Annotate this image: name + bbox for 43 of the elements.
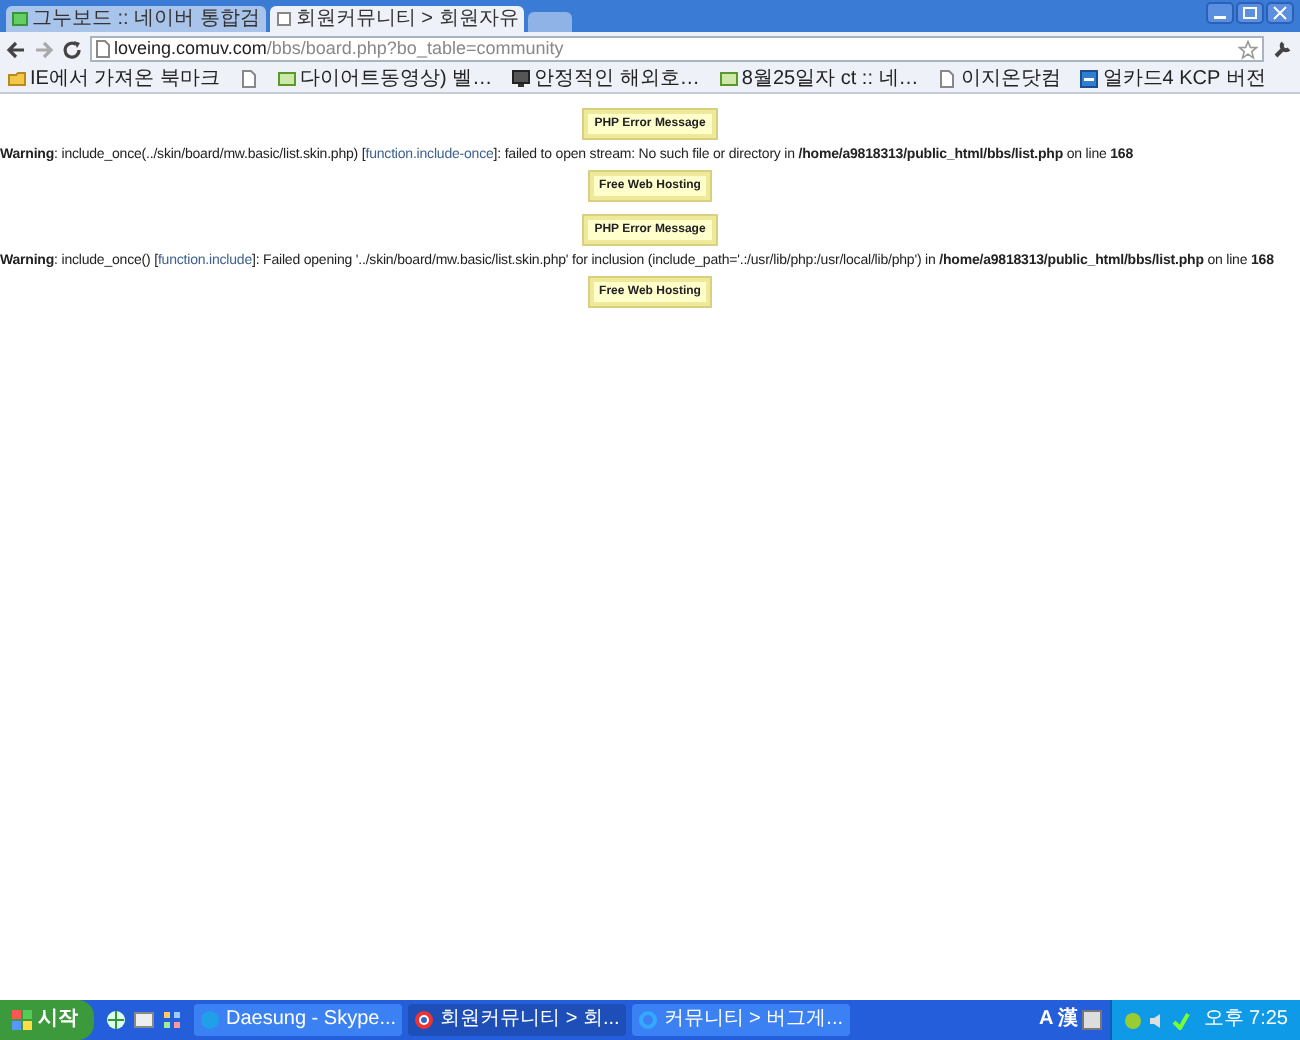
windows-logo-icon[interactable] [12, 1010, 32, 1030]
reload-icon[interactable] [62, 39, 82, 59]
folder-icon[interactable] [8, 70, 26, 88]
minimize-button[interactable] [1206, 2, 1234, 24]
restore-button[interactable] [1236, 2, 1264, 24]
bookmark[interactable]: 8월25일자 ct :: 네… [717, 67, 921, 91]
taskbar-button[interactable]: Daesung - Skype... [194, 1004, 403, 1036]
back-icon[interactable] [6, 39, 26, 59]
address-bar[interactable]: loveing.comuv.com/bbs/board.php?bo_table=community [90, 36, 1264, 62]
bookmark[interactable]: 안정적인 해외호… [510, 67, 702, 91]
language-indicator[interactable]: A [1039, 1010, 1054, 1030]
wrench-icon[interactable] [1272, 38, 1294, 60]
bookmark[interactable]: 다이어트동영상) 벨… [276, 67, 495, 91]
browser-tab[interactable]: 그누보드 :: 네이버 통합검 [6, 6, 266, 32]
forward-icon[interactable] [34, 39, 54, 59]
window-icon[interactable] [1080, 70, 1099, 88]
ime-icon[interactable] [1081, 1010, 1102, 1030]
page-icon[interactable] [275, 12, 292, 26]
page-icon[interactable] [938, 70, 957, 88]
tab-title: 그누보드 :: 네이버 통합검 [32, 9, 260, 29]
star-icon[interactable] [1238, 39, 1258, 59]
desktop-icon[interactable] [134, 1010, 154, 1030]
clock: 오후 7:25 [1201, 1010, 1288, 1030]
page-icon [96, 40, 110, 58]
grid-icon[interactable] [162, 1010, 182, 1030]
url-text: loveing.comuv.com/bbs/board.php?bo_table=community [114, 40, 564, 58]
monitor-icon[interactable] [512, 70, 531, 88]
taskbar-button[interactable]: 회원커뮤니티 > 회... [408, 1004, 626, 1036]
browser-icon[interactable] [414, 1010, 435, 1030]
new-tab-button[interactable] [528, 12, 573, 32]
start-button[interactable]: 시작 [0, 1000, 94, 1040]
bookmark[interactable]: 이지온닷컴 [936, 67, 1063, 91]
language-indicator[interactable]: 漢 [1057, 1010, 1078, 1030]
globe-icon[interactable] [106, 1010, 126, 1030]
tab-title: 회원커뮤니티 > 회원자유 [295, 9, 519, 29]
bookmark-page-icon[interactable] [240, 70, 259, 88]
bookmark[interactable]: 얼카드4 KCP 버전 [1078, 67, 1268, 91]
browser-tab[interactable]: 회원커뮤니티 > 회원자유 [269, 6, 525, 32]
check-icon[interactable] [1171, 1011, 1190, 1029]
close-button[interactable] [1266, 2, 1294, 24]
speaker-icon[interactable] [1147, 1011, 1166, 1029]
bookmark[interactable]: IE에서 가져온 북마크 [6, 67, 223, 91]
taskbar-button[interactable]: 커뮤니티 > 버그게... [631, 1004, 850, 1036]
